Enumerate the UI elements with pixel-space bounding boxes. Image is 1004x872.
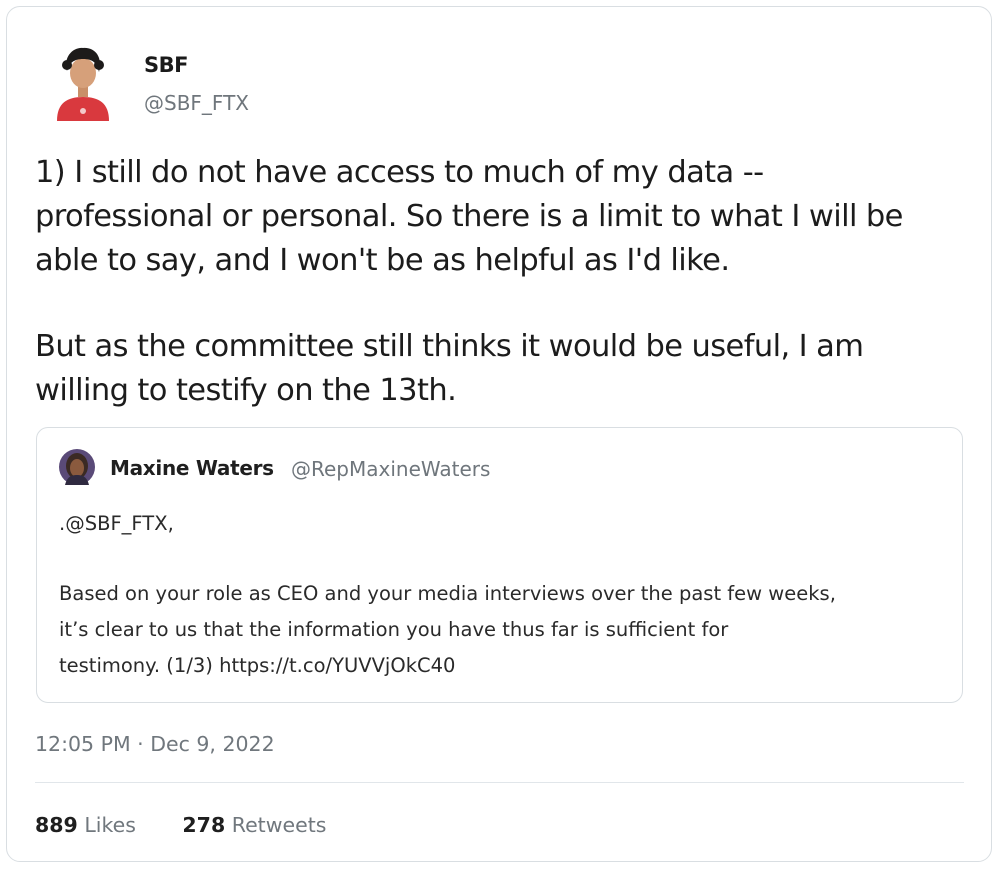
likes-label: Likes [84,813,136,837]
sbf-avatar[interactable] [53,45,113,121]
divider [35,782,964,783]
quoted-tweet-body: Based on your role as CEO and your media… [59,576,949,684]
quoted-body-line[interactable]: testimony. (1/3) https://t.co/YUVVjOkC40 [59,648,949,684]
author-handle[interactable]: @SBF_FTX [144,91,249,115]
quoted-mention[interactable]: .@SBF_FTX, [59,512,174,535]
quoted-author-name[interactable]: Maxine Waters [110,456,274,480]
quoted-author-handle[interactable]: @RepMaxineWaters [291,457,490,481]
likes-stat[interactable]: 889 Likes [35,813,136,837]
tweet-paragraph: 1) I still do not have access to much of… [35,155,903,278]
retweets-label: Retweets [231,813,327,837]
retweets-count: 278 [182,813,226,837]
maxine-waters-avatar [59,449,95,485]
quoted-tweet[interactable]: Maxine Waters @RepMaxineWaters .@SBF_FTX… [36,427,963,703]
tweet-timestamp[interactable]: 12:05 PM · Dec 9, 2022 [35,732,275,756]
likes-count: 889 [35,813,78,837]
engagement-stats: 889 Likes 278 Retweets [35,813,366,837]
quoted-body-line: it’s clear to us that the information yo… [59,618,729,641]
retweets-stat[interactable]: 278 Retweets [182,813,326,837]
tweet-text: 1) I still do not have access to much of… [35,151,980,413]
tweet-card[interactable]: SBF @SBF_FTX 1) I still do not have acce… [6,6,992,862]
quoted-body-line: Based on your role as CEO and your media… [59,582,836,605]
tweet-paragraph: But as the committee still thinks it wou… [35,329,864,408]
author-name[interactable]: SBF [144,53,188,77]
